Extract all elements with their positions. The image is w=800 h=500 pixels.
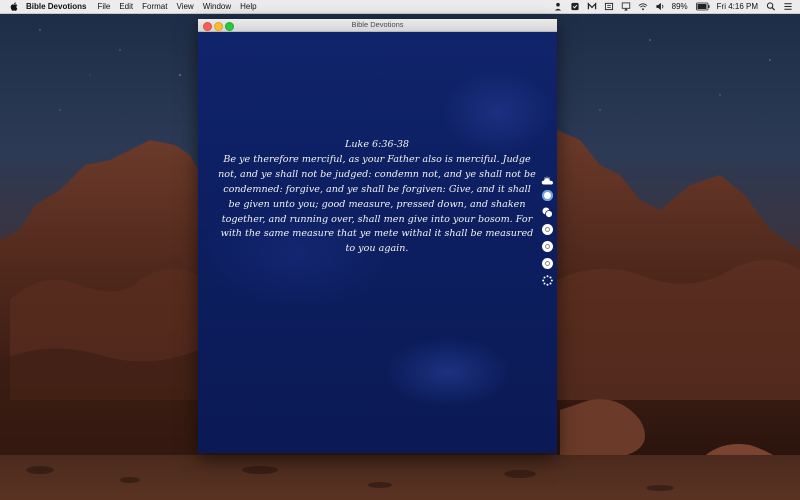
theme-white-icon[interactable] [542, 224, 553, 235]
zoom-button[interactable] [225, 21, 234, 31]
devotion-view: Luke 6:36-38 Be ye therefore merciful, a… [198, 32, 557, 453]
devotion-verse: Luke 6:36-38 Be ye therefore merciful, a… [218, 138, 536, 257]
theme-blue-icon[interactable] [542, 190, 553, 201]
app-window: Bible Devotions Luke 6:36-38 Be ye there… [198, 19, 557, 453]
shield-icon[interactable] [570, 2, 580, 11]
grid-icon[interactable] [604, 2, 614, 11]
theme-toolbar [541, 176, 555, 292]
close-button[interactable] [203, 21, 212, 31]
menu-bar: Bible Devotions File Edit Format View Wi… [0, 0, 800, 14]
volume-icon[interactable] [655, 2, 665, 11]
search-icon[interactable] [766, 2, 776, 11]
verse-text: Be ye therefore merciful, as your Father… [218, 153, 536, 255]
spinner-icon[interactable] [542, 275, 553, 286]
user-icon[interactable] [553, 2, 563, 11]
minimize-button[interactable] [214, 21, 223, 31]
menu-view[interactable]: View [176, 0, 193, 13]
list-icon[interactable] [783, 2, 793, 11]
theme-white-icon[interactable] [542, 241, 553, 252]
menu-format[interactable]: Format [142, 0, 167, 13]
verse-reference: Luke 6:36-38 [344, 139, 410, 150]
menu-file[interactable]: File [97, 0, 110, 13]
menu-help[interactable]: Help [240, 0, 256, 13]
menu-window[interactable]: Window [203, 0, 231, 13]
weather-icon[interactable] [541, 176, 554, 185]
window-titlebar[interactable]: Bible Devotions [198, 19, 557, 32]
theme-split-icon[interactable] [542, 207, 553, 218]
battery-icon[interactable] [695, 2, 710, 11]
clock[interactable]: Fri 4:16 PM [717, 0, 758, 13]
theme-white-icon[interactable] [542, 258, 553, 269]
battery-percentage: 89% [671, 2, 688, 11]
wifi-icon[interactable] [638, 2, 648, 11]
airplay-icon[interactable] [621, 2, 631, 11]
window-title: Bible Devotions [351, 20, 404, 29]
mail-icon[interactable] [587, 2, 597, 11]
app-menu[interactable]: Bible Devotions [26, 0, 86, 13]
menu-edit[interactable]: Edit [119, 0, 133, 13]
apple-logo-icon[interactable] [10, 2, 18, 11]
